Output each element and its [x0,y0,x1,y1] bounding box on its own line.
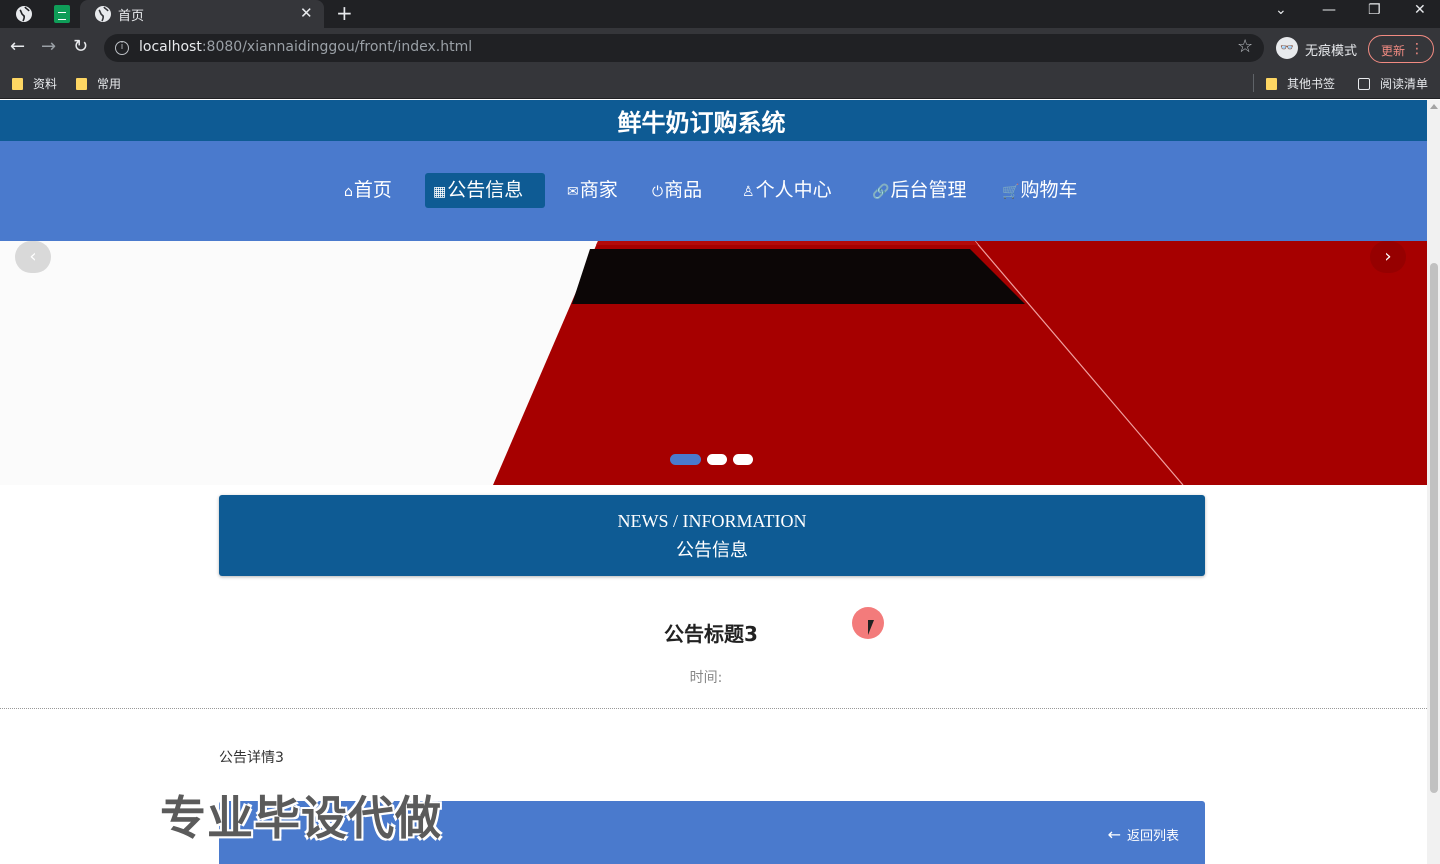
power-icon: ⏻ [652,184,664,200]
scroll-up-icon[interactable] [1430,104,1438,109]
back-to-list-link[interactable]: ← 返回列表 [1108,825,1179,844]
window-close-icon[interactable]: ✕ [1414,2,1426,18]
nav-item-admin[interactable]: 🔗后台管理 [864,173,974,208]
section-heading-en: NEWS / INFORMATION [617,511,807,531]
carousel-next-button[interactable]: › [1370,241,1406,273]
site-title: 鲜牛奶订购系统 [617,109,786,137]
nav-item-home[interactable]: ⌂首页 [336,173,400,208]
user-icon: ♙ [742,184,755,200]
arrow-left-icon: ← [1107,825,1121,844]
bookmark-folder[interactable]: 资料 [12,75,57,92]
bookmarks-bar: 资料 常用 其他书签 阅读清单 [0,68,1440,99]
section-heading-cn: 公告信息 [676,540,748,561]
banner-image [0,241,1427,485]
carousel-dot[interactable] [733,454,753,465]
restore-icon[interactable]: ❐ [1368,2,1381,18]
main-nav: ⌂首页 ▦公告信息 ✉商家 ⏻商品 ♙个人中心 🔗后台管理 🛒购物车 [0,141,1427,241]
article-body: 公告详情3 [219,750,284,766]
home-icon: ⌂ [344,184,353,200]
nav-item-products[interactable]: ⏻商品 [644,173,710,208]
address-input[interactable]: i localhost:8080/xiannaidinggou/front/in… [104,34,1264,62]
site-header: 鲜牛奶订购系统 [0,100,1427,141]
mail-icon: ✉ [567,184,579,200]
incognito-label[interactable]: 无痕模式 [1305,40,1357,59]
watermark: 专业毕设代做 [160,791,442,845]
nav-item-merchants[interactable]: ✉商家 [559,173,626,208]
carousel-dot[interactable] [670,454,701,465]
tab-close-icon[interactable]: ✕ [300,4,313,22]
more-menu-icon[interactable]: ⋮ [1410,41,1424,57]
reading-list[interactable]: 阅读清单 [1358,75,1428,92]
reload-icon[interactable]: ↻ [73,37,88,57]
folder-icon [1266,78,1277,90]
article-divider [0,708,1427,709]
scroll-thumb[interactable] [1430,263,1438,793]
back-icon[interactable]: ← [10,37,25,57]
carousel-prev-button[interactable]: ‹ [15,241,51,273]
link-icon: 🔗 [872,184,890,200]
carousel-banner[interactable]: ‹ › [0,241,1427,485]
article-time: 时间: [689,670,723,686]
globe-icon [95,6,111,22]
globe-icon [16,6,32,22]
active-tab[interactable]: 首页 ✕ [80,0,324,28]
mouse-cursor-icon [868,620,874,635]
folder-icon [12,78,23,90]
minimize-icon[interactable]: — [1322,2,1336,18]
nav-item-cart[interactable]: 🛒购物车 [994,173,1085,208]
incognito-icon[interactable]: 👓 [1276,37,1298,59]
gift-icon: ▦ [433,184,447,200]
update-label: 更新 [1381,44,1406,58]
nav-item-announcements[interactable]: ▦公告信息 [425,173,545,208]
web-page: 鲜牛奶订购系统 ⌂首页 ▦公告信息 ✉商家 ⏻商品 ♙个人中心 🔗后台管理 🛒购… [0,100,1427,864]
update-button[interactable]: 更新 ⋮ [1368,35,1434,63]
other-bookmarks[interactable]: 其他书签 [1266,75,1335,92]
sheets-tab-icon[interactable] [54,5,70,23]
new-tab-icon[interactable]: + [336,1,353,25]
bookmark-star-icon[interactable]: ☆ [1237,36,1253,57]
url-text: localhost:8080/xiannaidinggou/front/inde… [139,39,473,55]
nav-item-profile[interactable]: ♙个人中心 [734,173,840,208]
browser-tab-bar: 首页 ✕ + ⌄ — ❐ ✕ [0,0,1440,28]
site-info-icon[interactable]: i [115,41,129,55]
browser-toolbar: ← → ↻ i localhost:8080/xiannaidinggou/fr… [0,28,1440,68]
tab-title: 首页 [118,9,145,24]
reading-list-icon [1358,78,1370,90]
folder-icon [76,78,87,90]
tab-search-icon[interactable]: ⌄ [1275,2,1287,18]
bookmark-folder[interactable]: 常用 [76,75,121,92]
carousel-dot[interactable] [707,454,727,465]
page-scrollbar[interactable] [1427,100,1440,864]
article-title: 公告标题3 [664,622,758,646]
forward-icon[interactable]: → [41,37,56,57]
bookmarks-divider [1253,74,1254,92]
cart-icon: 🛒 [1002,184,1020,200]
section-heading: NEWS / INFORMATION 公告信息 [219,495,1205,576]
